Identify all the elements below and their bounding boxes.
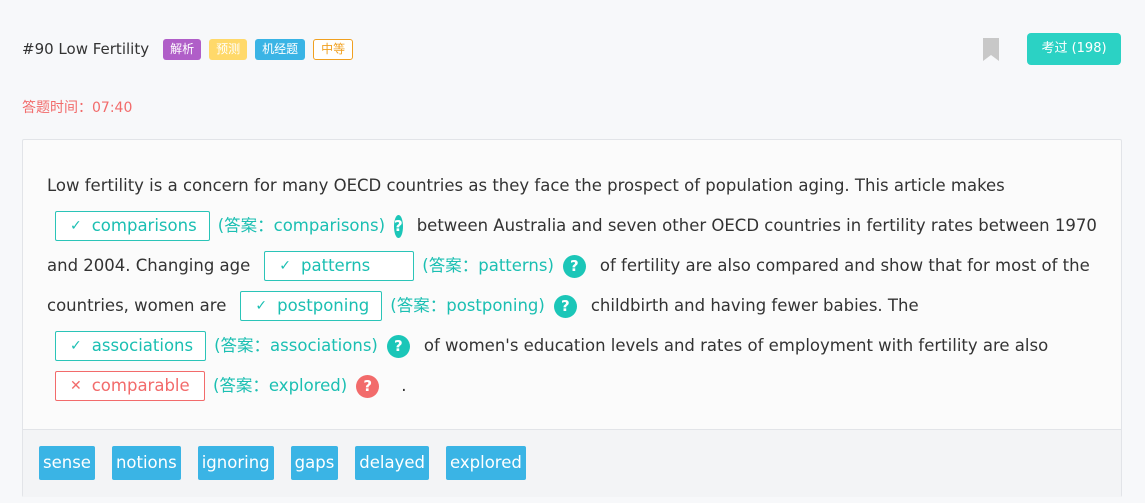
passage-line: ✕ comparable (答案：explored) ? . bbox=[47, 366, 1092, 406]
passage-line: ✓ comparisons (答案：comparisons) ? between… bbox=[47, 206, 1097, 246]
passage-text: Low fertility is a concern for many OECD… bbox=[47, 176, 1005, 195]
option-word[interactable]: ignoring bbox=[197, 446, 274, 480]
passage-line: countries, women are ✓ postponing (答案：po… bbox=[47, 286, 1092, 326]
check-icon: ✓ bbox=[279, 258, 292, 274]
tag-analysis[interactable]: 解析 bbox=[163, 38, 202, 60]
answer-timer: 答题时间：07:40 bbox=[22, 100, 133, 116]
passage-text: of women's education levels and rates of… bbox=[423, 336, 1049, 355]
blank-value: patterns bbox=[301, 256, 371, 275]
help-icon[interactable]: ? bbox=[394, 214, 403, 238]
check-icon: ✓ bbox=[255, 298, 268, 314]
blank-2[interactable]: ✓ patterns bbox=[264, 251, 415, 281]
word-options: sense notions ignoring gaps delayed expl… bbox=[23, 429, 1121, 497]
passage-text: of fertility are also compared and show … bbox=[599, 256, 1090, 275]
exam-taken-button[interactable]: 考过 (198) bbox=[1027, 33, 1121, 65]
passage-line: and 2004. Changing age ✓ patterns (答案：pa… bbox=[47, 246, 1092, 286]
tag-difficulty: 中等 bbox=[313, 38, 354, 60]
blank-3[interactable]: ✓ postponing bbox=[240, 291, 383, 321]
blank-value: postponing bbox=[277, 296, 370, 315]
passage: Low fertility is a concern for many OECD… bbox=[47, 166, 1097, 406]
help-icon[interactable]: ? bbox=[553, 294, 577, 318]
passage-text: . bbox=[401, 376, 407, 395]
answer-label: (答案：comparisons) bbox=[217, 216, 385, 235]
question-card: Low fertility is a concern for many OECD… bbox=[22, 139, 1122, 497]
passage-text: countries, women are bbox=[47, 296, 227, 315]
blank-4[interactable]: ✓ associations bbox=[55, 331, 207, 361]
help-icon[interactable]: ? bbox=[356, 374, 380, 398]
passage-text: between Australia and seven other OECD c… bbox=[416, 216, 1097, 235]
tag-prediction[interactable]: 预测 bbox=[209, 38, 248, 60]
cross-icon: ✕ bbox=[70, 378, 82, 394]
option-word[interactable]: notions bbox=[111, 446, 181, 480]
passage-text: childbirth and having fewer babies. The bbox=[590, 296, 919, 315]
check-icon: ✓ bbox=[70, 338, 82, 354]
passage-text: and 2004. Changing age bbox=[47, 256, 251, 275]
tag-machine-exam[interactable]: 机经题 bbox=[255, 38, 306, 60]
answer-label: (答案：explored) bbox=[213, 376, 348, 395]
answer-label: (答案：patterns) bbox=[422, 256, 554, 275]
blank-5[interactable]: ✕ comparable bbox=[55, 371, 205, 401]
answer-label: (答案：associations) bbox=[214, 336, 378, 355]
passage-line: ✓ associations (答案：associations) ? of wo… bbox=[47, 326, 1092, 366]
bookmark-icon[interactable] bbox=[983, 38, 999, 61]
option-word[interactable]: gaps bbox=[290, 446, 339, 480]
blank-value: comparable bbox=[91, 376, 190, 395]
help-icon[interactable]: ? bbox=[562, 254, 586, 278]
blank-1[interactable]: ✓ comparisons bbox=[55, 211, 210, 241]
header: #90 Low Fertility 解析 预测 机经题 中等 bbox=[22, 36, 361, 62]
option-word[interactable]: sense bbox=[39, 446, 95, 480]
option-word[interactable]: delayed bbox=[355, 446, 430, 480]
blank-value: associations bbox=[91, 336, 194, 355]
blank-value: comparisons bbox=[91, 216, 197, 235]
question-title: #90 Low Fertility bbox=[22, 40, 150, 58]
help-icon[interactable]: ? bbox=[386, 334, 410, 358]
answer-label: (答案：postponing) bbox=[390, 296, 545, 315]
passage-line: Low fertility is a concern for many OECD… bbox=[47, 166, 1092, 206]
option-word[interactable]: explored bbox=[446, 446, 526, 480]
check-icon: ✓ bbox=[70, 218, 82, 234]
